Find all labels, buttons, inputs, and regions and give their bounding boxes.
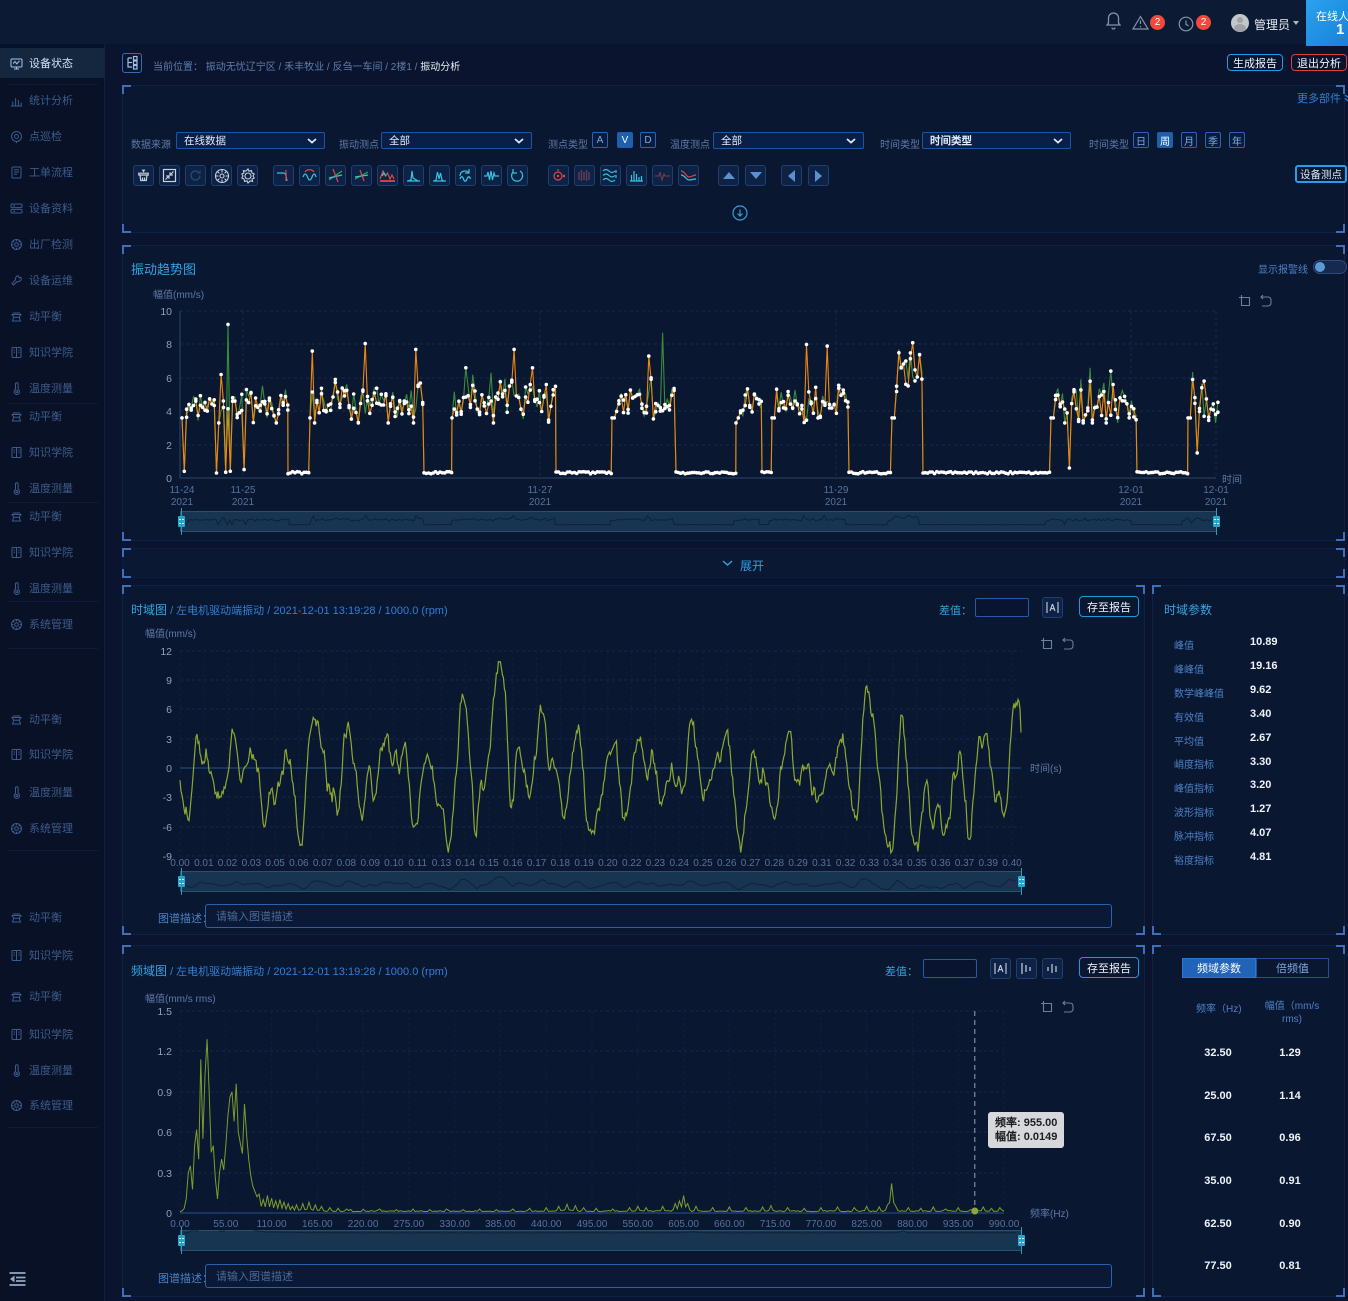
svg-text:2: 2 [166, 440, 172, 452]
svg-text:0.20: 0.20 [598, 858, 618, 869]
svg-text:330.00: 330.00 [439, 1219, 470, 1230]
svg-text:11-27: 11-27 [528, 485, 553, 496]
svg-text:2021: 2021 [1205, 497, 1228, 508]
svg-text:495.00: 495.00 [577, 1219, 608, 1230]
svg-text:0.9: 0.9 [157, 1087, 172, 1099]
svg-text:6: 6 [166, 704, 172, 716]
svg-text:880.00: 880.00 [897, 1219, 928, 1230]
svg-text:2021: 2021 [171, 497, 194, 508]
svg-text:0.01: 0.01 [194, 858, 214, 869]
svg-text:0.33: 0.33 [860, 858, 880, 869]
svg-text:825.00: 825.00 [851, 1219, 882, 1230]
svg-text:0.10: 0.10 [384, 858, 404, 869]
svg-text:0.29: 0.29 [788, 858, 808, 869]
svg-text:9: 9 [166, 675, 172, 687]
svg-text:幅值(mm/s): 幅值(mm/s) [145, 627, 196, 640]
svg-text:0.6: 0.6 [157, 1127, 172, 1139]
svg-text:165.00: 165.00 [302, 1219, 333, 1230]
svg-text:时间(s): 时间(s) [1030, 762, 1062, 775]
svg-text:11-25: 11-25 [231, 485, 256, 496]
svg-text:0: 0 [166, 473, 172, 485]
svg-text:110.00: 110.00 [257, 1219, 287, 1230]
svg-text:0.11: 0.11 [408, 858, 427, 869]
svg-text:12-01: 12-01 [1118, 485, 1144, 496]
svg-text:0.18: 0.18 [551, 858, 571, 869]
svg-text:0.3: 0.3 [157, 1168, 172, 1180]
svg-text:0.03: 0.03 [242, 858, 262, 869]
svg-text:0.06: 0.06 [289, 858, 309, 869]
svg-text:8: 8 [166, 339, 172, 351]
svg-text:440.00: 440.00 [531, 1219, 562, 1230]
svg-text:0.28: 0.28 [765, 858, 785, 869]
svg-text:2021: 2021 [825, 497, 848, 508]
svg-text:715.00: 715.00 [760, 1219, 791, 1230]
svg-text:0.16: 0.16 [503, 858, 523, 869]
svg-text:770.00: 770.00 [806, 1219, 837, 1230]
svg-text:0.14: 0.14 [456, 858, 476, 869]
svg-text:0.22: 0.22 [622, 858, 642, 869]
svg-text:935.00: 935.00 [943, 1219, 974, 1230]
svg-text:10: 10 [160, 306, 172, 318]
svg-text:990.00: 990.00 [989, 1219, 1020, 1230]
svg-text:2021: 2021 [1120, 497, 1143, 508]
svg-text:0.17: 0.17 [527, 858, 547, 869]
svg-text:0.35: 0.35 [907, 858, 927, 869]
svg-text:0.34: 0.34 [883, 858, 903, 869]
svg-text:4: 4 [166, 406, 172, 418]
svg-text:6: 6 [166, 373, 172, 385]
svg-text:0.39: 0.39 [978, 858, 998, 869]
svg-text:0.15: 0.15 [479, 858, 499, 869]
svg-text:1.5: 1.5 [157, 1006, 172, 1018]
svg-text:550.00: 550.00 [623, 1219, 654, 1230]
svg-text:12: 12 [160, 646, 172, 658]
svg-text:0.31: 0.31 [812, 858, 832, 869]
svg-text:11-24: 11-24 [170, 485, 195, 496]
svg-text:0.36: 0.36 [931, 858, 951, 869]
svg-text:-6: -6 [163, 822, 172, 834]
svg-text:0.13: 0.13 [432, 858, 452, 869]
svg-text:1.2: 1.2 [157, 1046, 172, 1058]
svg-text:0.09: 0.09 [360, 858, 380, 869]
svg-text:275.00: 275.00 [394, 1219, 425, 1230]
svg-text:频率(Hz): 频率(Hz) [1030, 1207, 1069, 1220]
svg-text:0.19: 0.19 [574, 858, 594, 869]
svg-text:0: 0 [166, 763, 172, 775]
svg-text:幅值(mm/s rms): 幅值(mm/s rms) [145, 992, 216, 1005]
svg-text:2021: 2021 [232, 497, 255, 508]
svg-text:55.00: 55.00 [213, 1219, 238, 1230]
svg-text:0.26: 0.26 [717, 858, 737, 869]
svg-text:11-29: 11-29 [824, 485, 849, 496]
svg-text:0.02: 0.02 [218, 858, 238, 869]
svg-text:385.00: 385.00 [485, 1219, 516, 1230]
svg-text:0.40: 0.40 [1002, 858, 1022, 869]
svg-text:12-01: 12-01 [1203, 485, 1229, 496]
svg-text:0.23: 0.23 [646, 858, 666, 869]
svg-text:2021: 2021 [529, 497, 552, 508]
svg-text:0.37: 0.37 [955, 858, 975, 869]
svg-text:0.25: 0.25 [693, 858, 713, 869]
svg-text:660.00: 660.00 [714, 1219, 745, 1230]
svg-text:3: 3 [166, 734, 172, 746]
svg-text:0.24: 0.24 [669, 858, 689, 869]
svg-text:0.08: 0.08 [337, 858, 357, 869]
svg-text:0.07: 0.07 [313, 858, 333, 869]
svg-text:幅值(mm/s): 幅值(mm/s) [153, 288, 204, 301]
svg-text:0.05: 0.05 [265, 858, 285, 869]
svg-text:605.00: 605.00 [668, 1219, 699, 1230]
svg-text:-3: -3 [163, 792, 172, 804]
svg-text:220.00: 220.00 [348, 1219, 379, 1230]
svg-text:0.27: 0.27 [741, 858, 761, 869]
svg-text:0.32: 0.32 [836, 858, 856, 869]
